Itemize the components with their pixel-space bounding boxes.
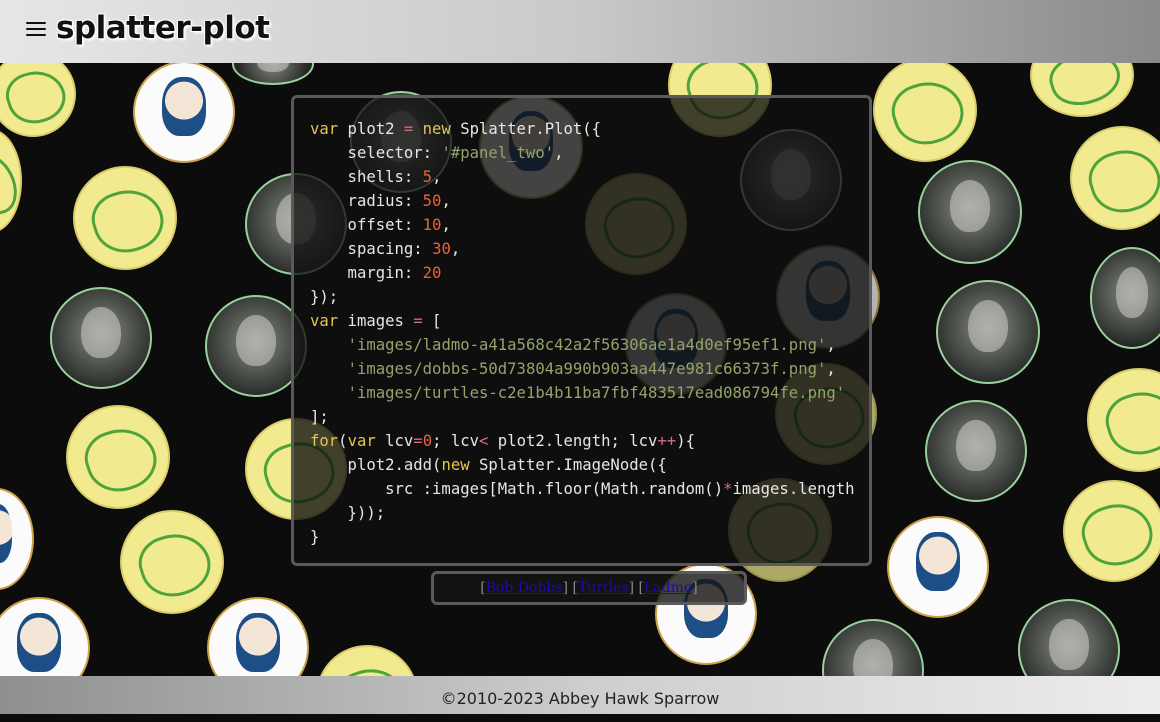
- dobbs-disc-image: [0, 597, 90, 676]
- turtle-disc-image: [873, 63, 977, 162]
- link-ladmo[interactable]: Ladmo: [644, 580, 692, 596]
- ladmo-disc-image: [50, 287, 152, 389]
- site-header: splatter-plot: [0, 0, 1160, 63]
- turtle-disc-image: [1063, 480, 1160, 582]
- code-line: });: [310, 288, 339, 306]
- code-line: }: [310, 528, 320, 546]
- copyright-text: ©2010-2023 Abbey Hawk Sparrow: [440, 689, 720, 708]
- code-line: ];: [310, 408, 329, 426]
- turtle-disc-image: [0, 63, 76, 137]
- image-links-bar: [Bob Dobbs] [Turtles] [Ladmo]: [431, 571, 747, 605]
- turtle-disc-image: [120, 510, 224, 614]
- ladmo-disc-image: [918, 160, 1022, 264]
- turtle-disc-image: [1030, 63, 1134, 117]
- code-line: selector: '#panel_two',: [310, 144, 564, 162]
- code-line: 'images/ladmo-a41a568c42a2f56306ae1a4d0e…: [347, 336, 836, 354]
- code-line: 'images/turtles-c2e1b4b11ba7fbf483517ead…: [347, 384, 846, 402]
- hamburger-menu-icon[interactable]: [26, 22, 46, 40]
- code-line: radius: 50,: [310, 192, 451, 210]
- ladmo-disc-image: [936, 280, 1040, 384]
- site-footer: ©2010-2023 Abbey Hawk Sparrow: [0, 676, 1160, 714]
- dobbs-disc-image: [0, 488, 34, 590]
- code-line: plot2.add(new Splatter.ImageNode({: [310, 456, 667, 474]
- site-title[interactable]: splatter-plot: [56, 10, 270, 46]
- dobbs-disc-image: [207, 597, 309, 676]
- ladmo-disc-image: [1090, 247, 1160, 349]
- dobbs-disc-image: [133, 63, 235, 163]
- link-turtles[interactable]: Turtles: [578, 580, 629, 596]
- code-line: var images = [: [310, 312, 442, 330]
- code-line: margin: 20: [310, 264, 442, 282]
- turtle-disc-image: [316, 645, 418, 676]
- code-line: src :images[Math.floor(Math.random()*ima…: [310, 480, 855, 498]
- turtle-disc-image: [73, 166, 177, 270]
- turtle-disc-image: [1070, 126, 1160, 230]
- ladmo-disc-image: [1018, 599, 1120, 676]
- code-line: for(var lcv=0; lcv< plot2.length; lcv++)…: [310, 432, 695, 450]
- code-block: var plot2 = new Splatter.Plot({ selector…: [294, 98, 869, 549]
- turtle-disc-image: [66, 405, 170, 509]
- turtle-disc-image: [0, 129, 22, 233]
- ladmo-disc-image: [925, 400, 1027, 502]
- code-line: shells: 5,: [310, 168, 442, 186]
- dobbs-disc-image: [887, 516, 989, 618]
- code-line: var plot2 = new Splatter.Plot({: [310, 120, 602, 138]
- turtle-disc-image: [1087, 368, 1160, 472]
- code-line: }));: [310, 504, 386, 522]
- code-panel: var plot2 = new Splatter.Plot({ selector…: [291, 95, 872, 566]
- code-line: spacing: 30,: [310, 240, 461, 258]
- link-bob-dobbs[interactable]: Bob Dobbs: [486, 580, 563, 596]
- ladmo-disc-image: [232, 63, 314, 85]
- code-line: 'images/dobbs-50d73804a990b903aa447e981c…: [347, 360, 836, 378]
- code-line: offset: 10,: [310, 216, 451, 234]
- ladmo-disc-image: [822, 619, 924, 676]
